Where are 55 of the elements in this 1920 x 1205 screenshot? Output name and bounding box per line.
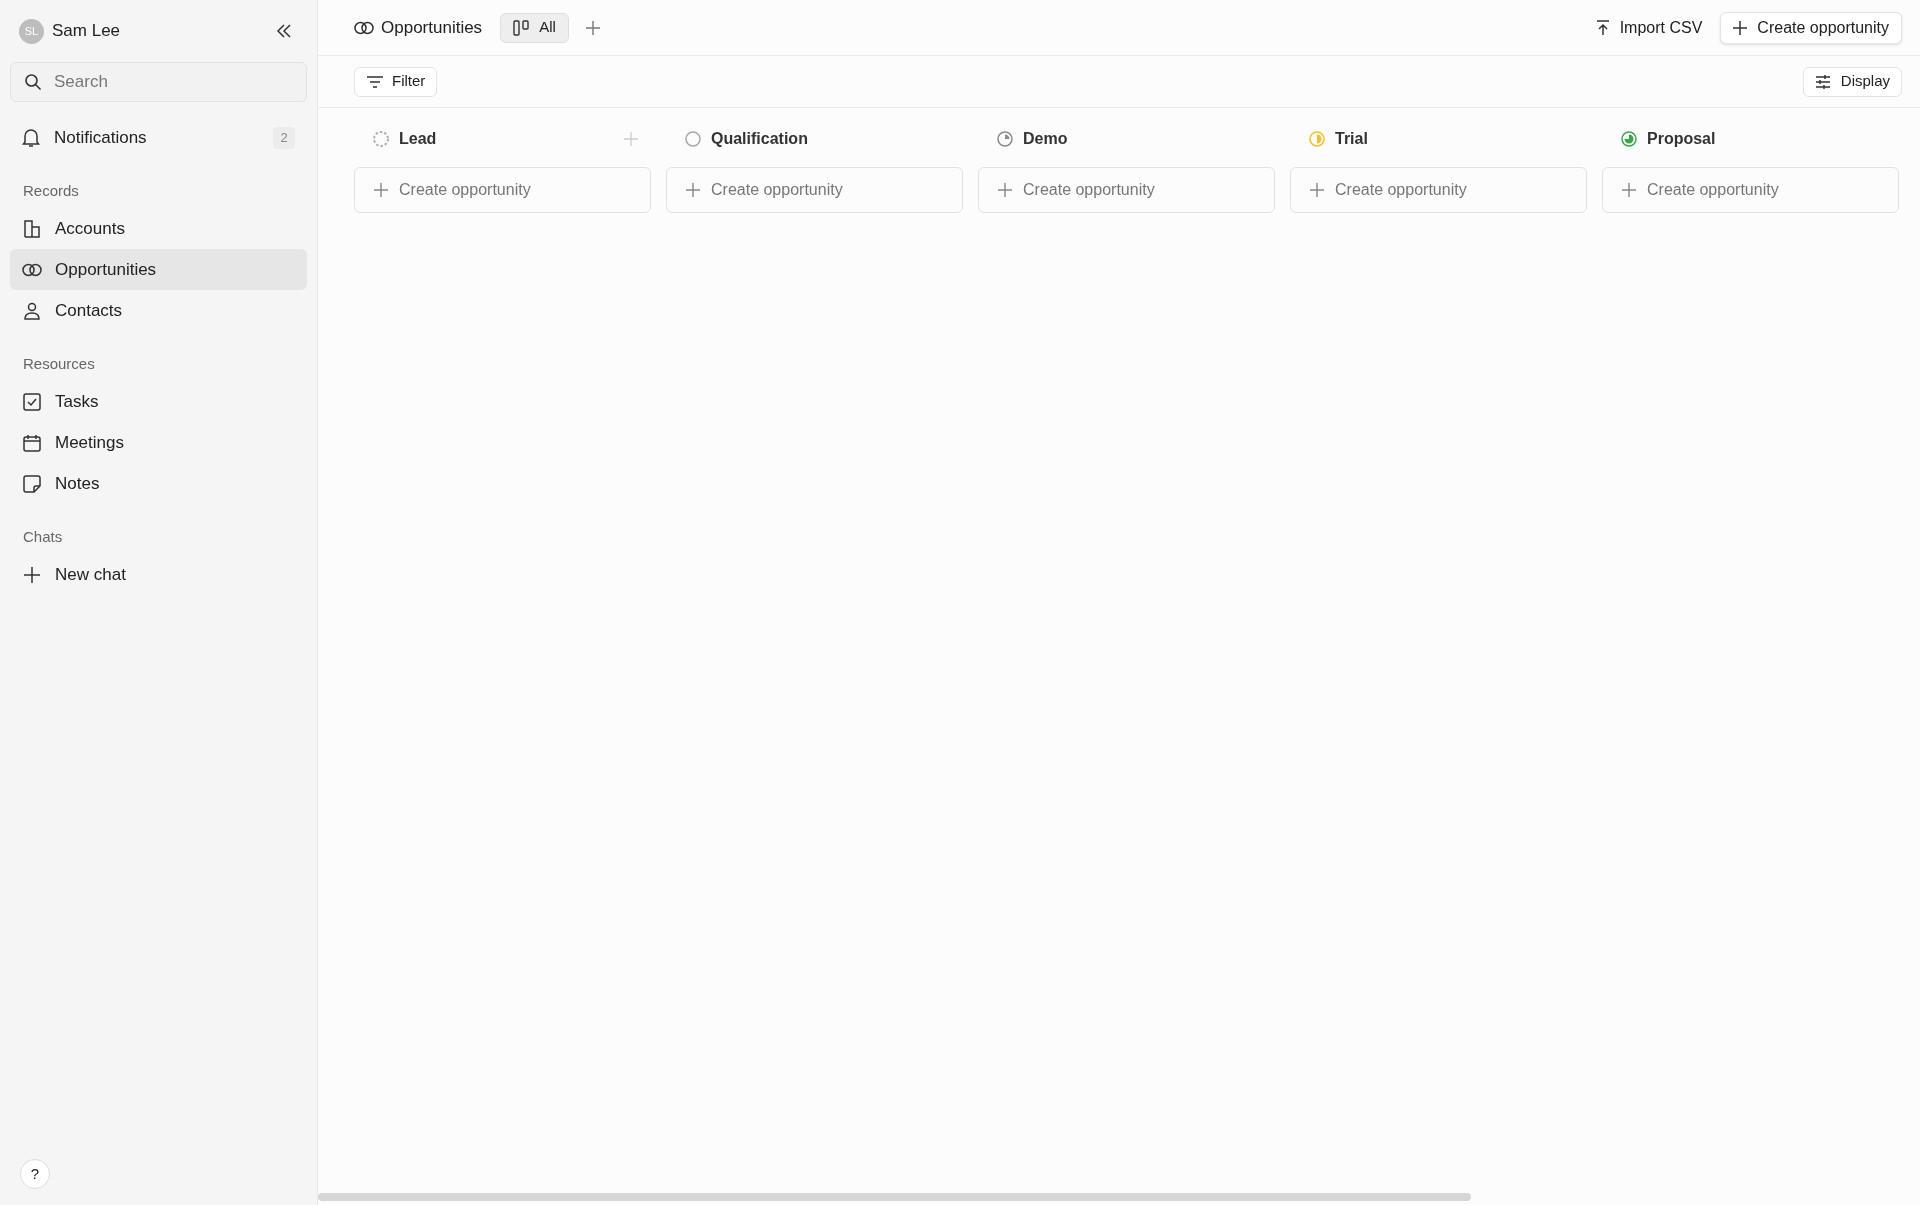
section-heading: Chats bbox=[22, 526, 64, 547]
collapse-icon[interactable] bbox=[276, 24, 292, 38]
checkbox-icon bbox=[23, 392, 41, 411]
import-button[interactable]: Import CSV bbox=[1585, 11, 1713, 44]
create-card[interactable]: Create opportunity bbox=[978, 167, 1275, 213]
column-title: Qualification bbox=[711, 128, 808, 149]
nav-item[interactable]: Contacts bbox=[10, 290, 307, 331]
bell-icon bbox=[22, 128, 40, 148]
search-field[interactable]: Search bbox=[10, 62, 307, 102]
count-badge: 2 bbox=[273, 127, 295, 149]
column-title: Trial bbox=[1335, 128, 1368, 149]
create-card[interactable]: Create opportunity bbox=[1290, 167, 1587, 213]
create-card[interactable]: Create opportunity bbox=[354, 167, 651, 213]
plus-icon bbox=[1733, 20, 1748, 35]
rings-icon bbox=[354, 20, 374, 35]
nav-item[interactable]: Tasks bbox=[10, 381, 307, 422]
user-name: Sam Lee bbox=[52, 20, 121, 43]
avatar: SL bbox=[19, 18, 44, 44]
nav-item[interactable]: Notes bbox=[10, 463, 307, 504]
add-view-icon[interactable] bbox=[584, 19, 601, 36]
nav-item[interactable]: Accounts bbox=[10, 208, 307, 249]
plus-icon bbox=[1622, 183, 1636, 197]
column-title: Proposal bbox=[1647, 128, 1716, 149]
help-button[interactable]: ? bbox=[20, 1159, 50, 1189]
filter-icon bbox=[366, 74, 384, 89]
column-title: Demo bbox=[1023, 128, 1068, 149]
board-icon bbox=[513, 19, 530, 36]
search-icon bbox=[24, 73, 42, 91]
column-title: Lead bbox=[399, 128, 437, 149]
create-card[interactable]: Create opportunity bbox=[666, 167, 963, 213]
page-title: Opportunities bbox=[381, 16, 483, 39]
plus-icon bbox=[998, 183, 1012, 197]
create-card[interactable]: Create opportunity bbox=[1602, 167, 1899, 213]
section-heading: Resources bbox=[22, 353, 96, 374]
note-icon bbox=[23, 474, 41, 493]
view-tab[interactable]: All bbox=[500, 12, 569, 43]
plus-icon bbox=[1310, 183, 1324, 197]
plus-icon bbox=[686, 183, 700, 197]
scrollbar[interactable] bbox=[318, 1193, 1471, 1201]
section-heading: Records bbox=[22, 180, 80, 201]
filter-button[interactable]: Filter bbox=[354, 66, 438, 97]
calendar-icon bbox=[23, 433, 41, 452]
nav-item[interactable]: Opportunities bbox=[10, 249, 307, 290]
person-icon bbox=[23, 301, 41, 320]
notifications-item[interactable]: Notifications 2 bbox=[10, 118, 307, 158]
plus-icon bbox=[23, 565, 41, 584]
nav-item[interactable]: Meetings bbox=[10, 422, 307, 463]
sliders-icon bbox=[1814, 74, 1831, 89]
create-button[interactable]: Create opportunity bbox=[1720, 11, 1902, 44]
rings-icon bbox=[22, 262, 42, 277]
nav-item[interactable]: New chat bbox=[10, 554, 307, 595]
building-icon bbox=[23, 219, 41, 238]
plus-icon bbox=[374, 183, 388, 197]
upload-icon bbox=[1595, 19, 1610, 36]
display-button[interactable]: Display bbox=[1802, 66, 1902, 97]
